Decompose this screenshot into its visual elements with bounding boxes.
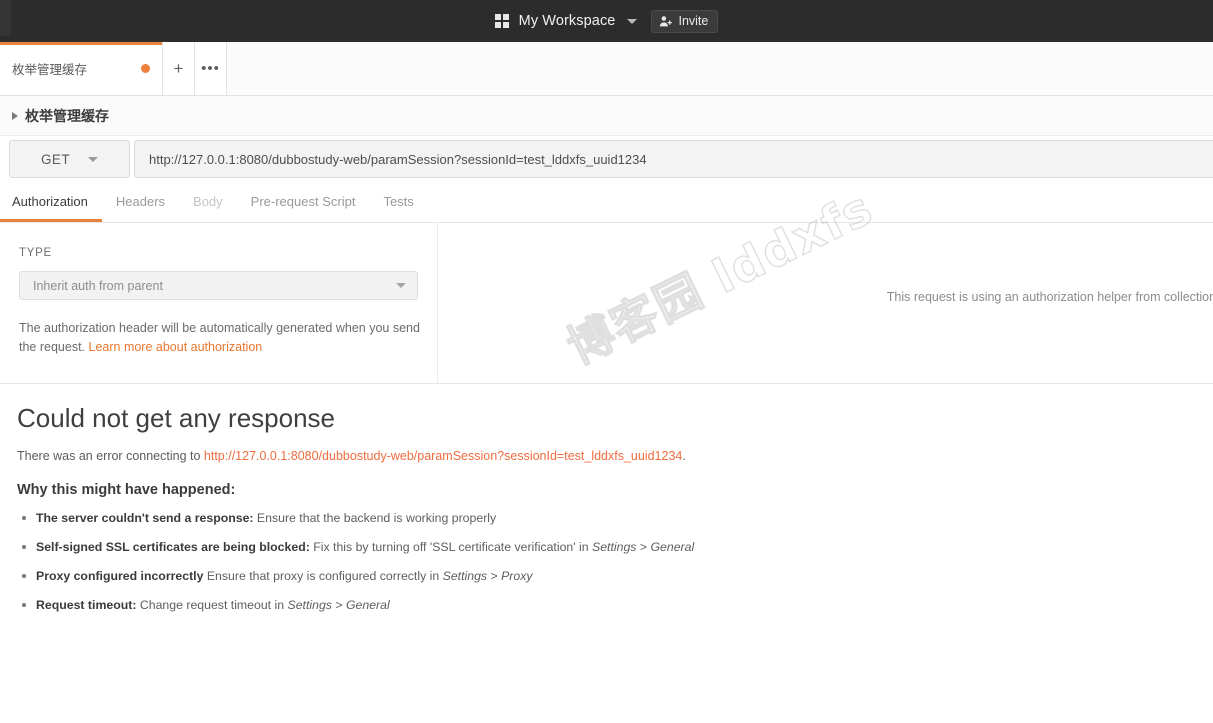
chevron-down-icon [87, 156, 98, 162]
reason-italic-1: Settings [442, 569, 488, 583]
request-url-row: GET http://127.0.0.1:8080/dubbostudy-web… [0, 140, 1213, 180]
reason-bold: Request timeout: [36, 598, 137, 612]
request-url-input[interactable]: http://127.0.0.1:8080/dubbostudy-web/par… [134, 140, 1213, 178]
error-url-link[interactable]: http://127.0.0.1:8080/dubbostudy-web/par… [204, 449, 682, 463]
http-method-label: GET [41, 151, 70, 167]
tab-authorization[interactable]: Authorization [0, 188, 102, 222]
more-tabs-button[interactable]: ••• [195, 42, 227, 95]
tab-pre-request-script[interactable]: Pre-request Script [249, 188, 358, 222]
reason-rest: Ensure that proxy is configured correctl… [203, 569, 443, 583]
error-reason-list: The server couldn't send a response: Ens… [21, 511, 695, 627]
list-item: The server couldn't send a response: Ens… [21, 511, 694, 525]
request-tab-label: 枚举管理缓存 [12, 62, 88, 77]
tab-tests[interactable]: Tests [381, 188, 415, 222]
reason-mid: > [636, 540, 651, 554]
auth-info-column: This request is using an authorization h… [438, 223, 1213, 383]
auth-helper-note-text: This request is using an authorization h… [886, 290, 1213, 304]
reason-italic-2: General [345, 598, 390, 612]
request-tab-strip: 枚举管理缓存 + ••• [0, 42, 1213, 96]
learn-more-authorization-link[interactable]: Learn more about authorization [89, 340, 263, 354]
chevron-down-icon [396, 283, 406, 288]
http-method-select[interactable]: GET [9, 140, 130, 178]
tab-body[interactable]: Body [191, 188, 225, 222]
chevron-down-icon [627, 18, 638, 24]
reason-bold: Proxy configured incorrectly [36, 569, 204, 583]
request-tab[interactable]: 枚举管理缓存 [0, 42, 163, 95]
person-add-icon [660, 15, 673, 26]
invite-button-label: Invite [678, 14, 709, 28]
auth-type-column: TYPE Inherit auth from parent The author… [0, 223, 438, 383]
workspace-name-label: My Workspace [518, 13, 616, 29]
auth-type-select[interactable]: Inherit auth from parent [19, 271, 418, 300]
postman-app-window: My Workspace Invite 枚举管理缓存 + ••• 枚举管理缓存 … [0, 0, 1213, 723]
tab-headers[interactable]: Headers [114, 188, 167, 222]
tab-strip-filler [227, 42, 1213, 95]
collection-name-label: 枚举管理缓存 [25, 108, 109, 125]
reason-rest: Fix this by turning off 'SSL certificate… [309, 540, 592, 554]
auth-help-text: The authorization header will be automat… [19, 319, 427, 357]
reason-italic-1: Settings [287, 598, 332, 612]
error-subtitle: There was an error connecting to http://… [17, 449, 686, 463]
reason-italic-2: General [650, 540, 695, 554]
auth-helper-note: This request is using an authorization h… [887, 290, 1213, 304]
ellipsis-icon: ••• [201, 60, 220, 77]
list-item: Self-signed SSL certificates are being b… [21, 540, 695, 554]
why-heading: Why this might have happened: [17, 482, 236, 498]
error-subtitle-suffix: . [682, 449, 686, 463]
reason-mid: > [331, 598, 346, 612]
reason-bold: The server couldn't send a response: [36, 511, 254, 525]
workspace-selector[interactable]: My Workspace [494, 13, 638, 29]
plus-icon: + [173, 58, 184, 78]
reason-italic-1: Settings [592, 540, 637, 554]
reason-mid: > [487, 569, 502, 583]
request-config-tabs: Authorization Headers Body Pre-request S… [0, 188, 1213, 223]
list-item: Proxy configured incorrectly Ensure that… [21, 569, 694, 583]
list-item: Request timeout: Change request timeout … [21, 598, 694, 612]
reason-rest: Ensure that the backend is working prope… [253, 511, 497, 525]
reason-rest: Change request timeout in [136, 598, 288, 612]
new-tab-button[interactable]: + [163, 42, 195, 95]
error-title: Could not get any response [17, 403, 335, 433]
auth-type-label: TYPE [19, 247, 52, 259]
invite-button[interactable]: Invite [651, 9, 719, 33]
response-error-panel: Could not get any response There was an … [0, 384, 1213, 723]
breadcrumb[interactable]: 枚举管理缓存 [0, 96, 1213, 136]
authorization-panel: TYPE Inherit auth from parent The author… [0, 223, 1213, 384]
auth-type-value: Inherit auth from parent [33, 278, 163, 293]
reason-bold: Self-signed SSL certificates are being b… [36, 540, 310, 554]
error-subtitle-prefix: There was an error connecting to [17, 449, 204, 463]
triangle-right-icon[interactable] [12, 111, 18, 120]
window-edge-nub [0, 0, 11, 36]
top-header-bar: My Workspace Invite [0, 0, 1213, 42]
reason-italic-2: Proxy [501, 569, 533, 583]
grid-icon [494, 14, 509, 28]
unsaved-dot-icon [141, 64, 150, 73]
